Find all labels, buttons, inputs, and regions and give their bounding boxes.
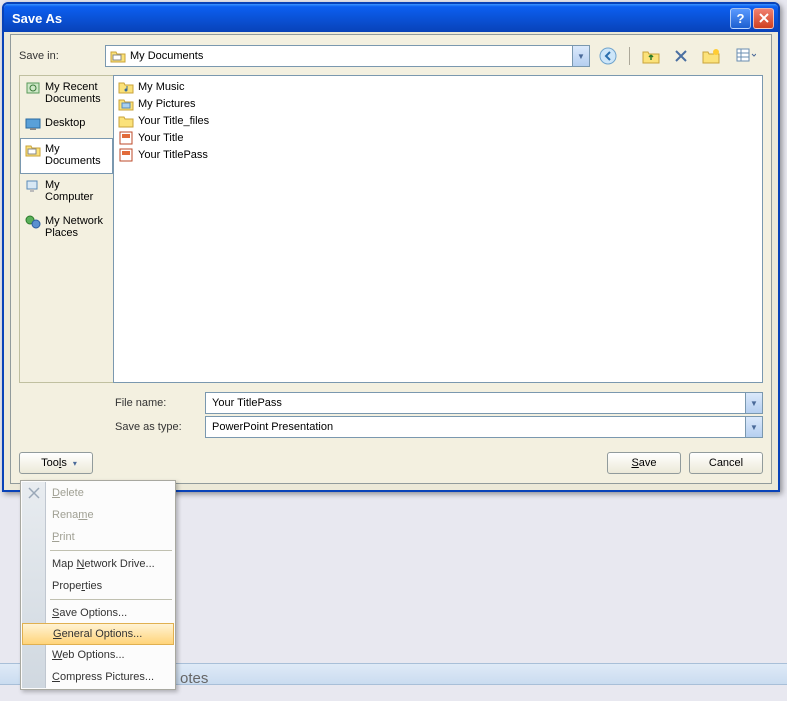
save-in-label: Save in: bbox=[19, 50, 99, 62]
place-label: Desktop bbox=[45, 117, 85, 129]
close-icon bbox=[759, 13, 769, 23]
tools-button[interactable]: Tools▾ bbox=[19, 452, 93, 474]
network-icon bbox=[25, 215, 41, 229]
place-network[interactable]: My Network Places bbox=[20, 210, 113, 246]
chevron-down-icon[interactable]: ▼ bbox=[745, 417, 762, 437]
menu-general-options[interactable]: General Options... bbox=[22, 623, 174, 645]
save-button[interactable]: Save bbox=[607, 452, 681, 474]
file-list[interactable]: My Music My Pictures Your Title_files Yo… bbox=[113, 75, 763, 383]
list-item[interactable]: Your TitlePass bbox=[116, 146, 760, 163]
menu-save-options[interactable]: Save Options... bbox=[22, 602, 174, 624]
new-folder-button[interactable] bbox=[701, 46, 721, 66]
cancel-button[interactable]: Cancel bbox=[689, 452, 763, 474]
mydocs-icon bbox=[25, 143, 41, 157]
back-button[interactable] bbox=[598, 46, 618, 66]
menu-web-options[interactable]: Web Options... bbox=[22, 644, 174, 666]
place-label: My Recent Documents bbox=[45, 81, 108, 105]
views-icon bbox=[736, 48, 756, 64]
help-button[interactable]: ? bbox=[730, 8, 751, 29]
place-my-documents[interactable]: My Documents bbox=[20, 138, 113, 174]
new-folder-icon bbox=[702, 48, 720, 64]
chevron-down-icon: ▾ bbox=[73, 459, 77, 468]
savetype-value: PowerPoint Presentation bbox=[212, 421, 333, 433]
ppt-icon bbox=[118, 147, 134, 163]
folder-music-icon bbox=[118, 79, 134, 95]
list-item[interactable]: My Music bbox=[116, 78, 760, 95]
place-label: My Documents bbox=[45, 143, 108, 167]
savetype-combo[interactable]: PowerPoint Presentation ▼ bbox=[205, 416, 763, 438]
save-in-value: My Documents bbox=[130, 50, 203, 62]
savetype-label: Save as type: bbox=[115, 421, 199, 433]
place-recent[interactable]: My Recent Documents bbox=[20, 76, 113, 112]
up-one-level-button[interactable] bbox=[641, 46, 661, 66]
menu-properties[interactable]: Properties bbox=[22, 575, 174, 597]
place-label: My Network Places bbox=[45, 215, 108, 239]
bottom-fields: File name: Your TitlePass ▼ Save as type… bbox=[115, 391, 763, 439]
save-in-combo[interactable]: My Documents ▼ bbox=[105, 45, 590, 67]
ppt-icon bbox=[118, 130, 134, 146]
close-button[interactable] bbox=[753, 8, 774, 29]
delete-button[interactable] bbox=[671, 46, 691, 66]
mycomputer-icon bbox=[25, 179, 41, 193]
separator bbox=[629, 47, 630, 65]
file-name: Your Title bbox=[138, 132, 183, 144]
folder-up-icon bbox=[642, 48, 660, 64]
file-name: Your TitlePass bbox=[138, 149, 208, 161]
window-title: Save As bbox=[12, 11, 728, 26]
desktop-icon bbox=[25, 117, 41, 131]
file-name: Your Title_files bbox=[138, 115, 209, 127]
titlebar[interactable]: Save As ? bbox=[4, 4, 778, 32]
recent-icon bbox=[25, 81, 41, 95]
folder-icon bbox=[118, 113, 134, 129]
delete-x-icon bbox=[674, 49, 688, 63]
save-in-row: Save in: My Documents ▼ bbox=[19, 43, 763, 69]
folder-docs-icon bbox=[110, 48, 126, 64]
menu-compress-pictures[interactable]: Compress Pictures... bbox=[22, 666, 174, 688]
menu-separator bbox=[50, 550, 172, 551]
menu-map-network-drive[interactable]: Map Network Drive... bbox=[22, 553, 174, 575]
list-item[interactable]: Your Title_files bbox=[116, 112, 760, 129]
filename-label: File name: bbox=[115, 397, 199, 409]
views-button[interactable] bbox=[731, 46, 761, 66]
button-row: Tools▾ Save Cancel bbox=[19, 451, 763, 475]
main-area: My Recent Documents Desktop My Documents bbox=[19, 75, 763, 383]
menu-print[interactable]: Print bbox=[22, 526, 174, 548]
chevron-down-icon[interactable]: ▼ bbox=[745, 393, 762, 413]
list-item[interactable]: My Pictures bbox=[116, 95, 760, 112]
chevron-down-icon[interactable]: ▼ bbox=[572, 46, 589, 66]
place-desktop[interactable]: Desktop bbox=[20, 112, 113, 138]
file-name: My Music bbox=[138, 81, 184, 93]
file-name: My Pictures bbox=[138, 98, 195, 110]
menu-separator bbox=[50, 599, 172, 600]
menu-delete[interactable]: Delete bbox=[22, 482, 174, 504]
list-item[interactable]: Your Title bbox=[116, 129, 760, 146]
folder-pictures-icon bbox=[118, 96, 134, 112]
dialog-body: Save in: My Documents ▼ bbox=[10, 34, 772, 484]
tools-menu: Delete Rename Print Map Network Drive...… bbox=[20, 480, 176, 690]
filename-value: Your TitlePass bbox=[212, 397, 282, 409]
save-as-dialog: Save As ? Save in: My Documents ▼ bbox=[2, 2, 780, 492]
filename-input[interactable]: Your TitlePass ▼ bbox=[205, 392, 763, 414]
background-text: otes bbox=[180, 670, 208, 687]
places-bar: My Recent Documents Desktop My Documents bbox=[19, 75, 113, 383]
delete-x-icon bbox=[26, 485, 42, 501]
place-my-computer[interactable]: My Computer bbox=[20, 174, 113, 210]
place-label: My Computer bbox=[45, 179, 108, 203]
menu-rename[interactable]: Rename bbox=[22, 504, 174, 526]
back-icon bbox=[599, 47, 617, 65]
